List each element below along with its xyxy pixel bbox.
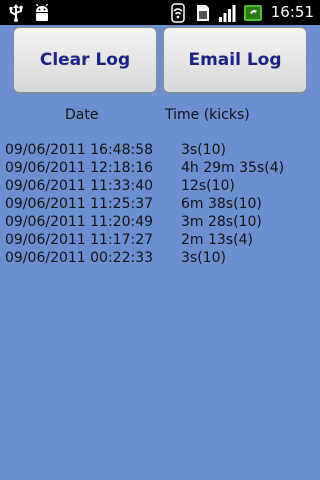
date-column-header: Date — [65, 107, 99, 123]
log-date: 09/06/2011 11:20:49 — [5, 214, 154, 230]
log-time: 2m 13s(4) — [181, 232, 253, 248]
log-time: 6m 38s(10) — [181, 196, 262, 212]
table-row: 09/06/2011 11:20:49 3m 28s(10) — [0, 214, 320, 232]
table-row: 09/06/2011 12:18:16 4h 29m 35s(4) — [0, 160, 320, 178]
usb-icon — [6, 3, 26, 23]
log-date: 09/06/2011 16:48:58 — [5, 142, 154, 158]
table-header: Date Time (kicks) — [0, 105, 320, 127]
clock: 16:51 — [270, 3, 314, 21]
table-row: 09/06/2011 00:22:33 3s(10) — [0, 250, 320, 268]
email-log-button[interactable]: Email Log — [163, 27, 307, 93]
sd-card-icon — [193, 3, 213, 23]
notification-icons — [6, 2, 52, 23]
android-debug-icon — [32, 3, 52, 23]
battery-charging-icon — [243, 3, 263, 23]
log-time: 12s(10) — [181, 178, 235, 194]
log-time: 3s(10) — [181, 250, 226, 266]
log-date: 09/06/2011 00:22:33 — [5, 250, 154, 266]
log-date: 09/06/2011 11:25:37 — [5, 196, 154, 212]
log-list: 09/06/2011 16:48:58 3s(10) 09/06/2011 12… — [0, 142, 320, 268]
clear-log-button[interactable]: Clear Log — [13, 27, 157, 93]
table-row: 09/06/2011 11:25:37 6m 38s(10) — [0, 196, 320, 214]
time-column-header: Time (kicks) — [165, 107, 250, 123]
log-date: 09/06/2011 12:18:16 — [5, 160, 154, 176]
log-date: 09/06/2011 11:33:40 — [5, 178, 154, 194]
log-time: 3m 28s(10) — [181, 214, 262, 230]
action-buttons: Clear Log Email Log — [0, 25, 320, 97]
table-row: 09/06/2011 11:33:40 12s(10) — [0, 178, 320, 196]
system-icons: 16:51 — [168, 2, 314, 23]
log-time: 4h 29m 35s(4) — [181, 160, 285, 176]
log-time: 3s(10) — [181, 142, 226, 158]
table-row: 09/06/2011 16:48:58 3s(10) — [0, 142, 320, 160]
status-bar: 16:51 — [0, 0, 320, 25]
table-row: 09/06/2011 11:17:27 2m 13s(4) — [0, 232, 320, 250]
signal-icon — [218, 3, 238, 23]
log-date: 09/06/2011 11:17:27 — [5, 232, 154, 248]
wifi-icon — [168, 2, 188, 23]
